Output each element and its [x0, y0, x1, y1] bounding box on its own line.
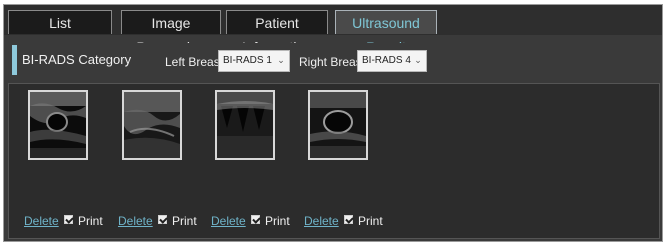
ultrasound-image-gallery: Delete Print Delete Print Delete Print D…: [8, 83, 660, 239]
chevron-down-icon: ⌄: [277, 55, 285, 65]
ultrasound-scan-graphic: [30, 92, 86, 158]
ultrasound-scan-graphic: [310, 92, 366, 158]
ultrasound-image-1[interactable]: [28, 90, 88, 160]
image-1-actions: Delete Print: [24, 212, 104, 228]
image-2-actions: Delete Print: [118, 212, 198, 228]
print-image-3-checkbox[interactable]: [251, 215, 260, 224]
print-image-4-label: Print: [358, 214, 383, 228]
print-image-2-label: Print: [172, 214, 197, 228]
print-image-1-label: Print: [78, 214, 103, 228]
tab-patient-information[interactable]: Patient Information: [226, 10, 328, 55]
right-breast-birads-value: BI-RADS 4: [362, 55, 411, 66]
birads-category-title: BI-RADS Category: [22, 52, 132, 67]
print-image-3-label: Print: [265, 214, 290, 228]
right-breast-label: Right Breast: [299, 55, 366, 69]
ultrasound-scan-graphic: [217, 92, 273, 158]
tab-image-processing[interactable]: Image Processing: [121, 10, 221, 55]
ultrasound-image-2[interactable]: [122, 90, 182, 160]
section-accent-bar: [12, 45, 17, 75]
image-4-actions: Delete Print: [304, 212, 384, 228]
birads-category-bar: BI-RADS Category Left Breast BI-RADS 1 ⌄…: [8, 43, 658, 77]
delete-image-4-link[interactable]: Delete: [304, 214, 339, 228]
chevron-down-icon: ⌄: [414, 55, 422, 65]
left-breast-birads-value: BI-RADS 1: [223, 55, 272, 66]
tab-bar: List Image Processing Patient Informatio…: [4, 5, 662, 55]
ultrasound-scan-graphic: [124, 92, 180, 158]
right-breast-birads-select[interactable]: BI-RADS 4 ⌄: [357, 50, 427, 72]
delete-image-3-link[interactable]: Delete: [211, 214, 246, 228]
left-breast-birads-select[interactable]: BI-RADS 1 ⌄: [218, 50, 290, 72]
print-image-2-checkbox[interactable]: [158, 215, 167, 224]
delete-image-1-link[interactable]: Delete: [24, 214, 59, 228]
image-3-actions: Delete Print: [211, 212, 291, 228]
left-breast-label: Left Breast: [165, 55, 224, 69]
print-image-1-checkbox[interactable]: [64, 215, 73, 224]
ultrasound-image-4[interactable]: [308, 90, 368, 160]
ultrasound-image-3[interactable]: [215, 90, 275, 160]
ultrasound-result-panel: List Image Processing Patient Informatio…: [3, 4, 663, 242]
tab-list[interactable]: List: [8, 10, 112, 34]
delete-image-2-link[interactable]: Delete: [118, 214, 153, 228]
print-image-4-checkbox[interactable]: [344, 215, 353, 224]
tab-ultrasound-result[interactable]: Ultrasound Result: [335, 10, 437, 55]
